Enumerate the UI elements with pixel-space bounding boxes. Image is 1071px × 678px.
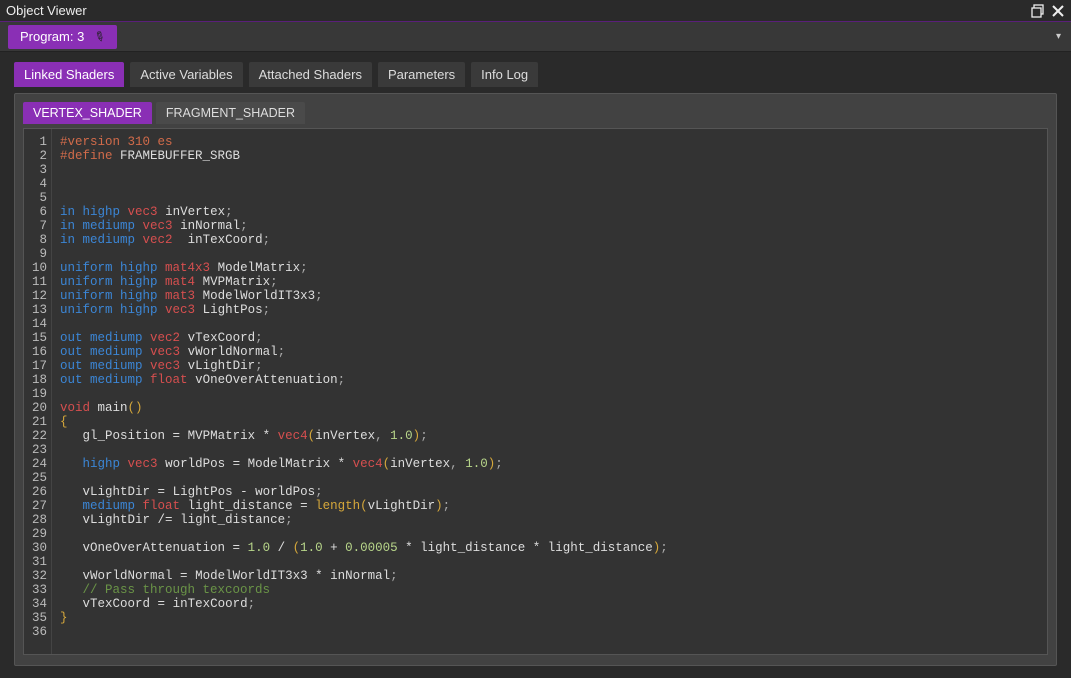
program-toolbar: Program: 3 ✎ ▾ — [0, 22, 1071, 52]
toolbar-menu-arrow-icon[interactable]: ▾ — [1046, 31, 1071, 42]
code-line[interactable] — [60, 247, 1039, 261]
code-line[interactable] — [60, 443, 1039, 457]
code-line[interactable]: uniform highp vec3 LightPos; — [60, 303, 1039, 317]
content-panel: VERTEX_SHADERFRAGMENT_SHADER 12345678910… — [14, 93, 1057, 666]
code-line[interactable]: void main() — [60, 401, 1039, 415]
code-line[interactable]: vTexCoord = inTexCoord; — [60, 597, 1039, 611]
code-line[interactable]: out mediump vec3 vWorldNormal; — [60, 345, 1039, 359]
code-line[interactable]: mediump float light_distance = length(vL… — [60, 499, 1039, 513]
tab-linked-shaders[interactable]: Linked Shaders — [14, 62, 124, 87]
code-line[interactable]: in highp vec3 inVertex; — [60, 205, 1039, 219]
object-viewer-window: Object Viewer Program: 3 ✎ ▾ Linked Shad… — [0, 0, 1071, 678]
code-line[interactable]: } — [60, 611, 1039, 625]
code-line[interactable] — [60, 191, 1039, 205]
code-line[interactable]: #version 310 es — [60, 135, 1039, 149]
code-line[interactable]: out mediump vec3 vLightDir; — [60, 359, 1039, 373]
code-line[interactable]: in mediump vec2 inTexCoord; — [60, 233, 1039, 247]
window-title: Object Viewer — [6, 3, 1031, 18]
code-line[interactable]: out mediump float vOneOverAttenuation; — [60, 373, 1039, 387]
shader-tabs: VERTEX_SHADERFRAGMENT_SHADER — [23, 102, 1048, 124]
code-line[interactable]: uniform highp mat3 ModelWorldIT3x3; — [60, 289, 1039, 303]
program-label: Program: 3 — [20, 29, 84, 44]
code-line[interactable] — [60, 527, 1039, 541]
code-line[interactable]: { — [60, 415, 1039, 429]
window-buttons — [1031, 4, 1065, 18]
code-line[interactable]: highp vec3 worldPos = ModelMatrix * vec4… — [60, 457, 1039, 471]
restore-icon[interactable] — [1031, 4, 1045, 18]
code-line[interactable]: uniform highp mat4 MVPMatrix; — [60, 275, 1039, 289]
code-line[interactable]: #define FRAMEBUFFER_SRGB — [60, 149, 1039, 163]
code-line[interactable] — [60, 387, 1039, 401]
code-content[interactable]: #version 310 es#define FRAMEBUFFER_SRGB … — [52, 129, 1047, 654]
code-line[interactable] — [60, 625, 1039, 639]
code-line[interactable]: gl_Position = MVPMatrix * vec4(inVertex,… — [60, 429, 1039, 443]
code-line[interactable]: uniform highp mat4x3 ModelMatrix; — [60, 261, 1039, 275]
program-tag[interactable]: Program: 3 ✎ — [8, 25, 117, 49]
code-line[interactable]: vLightDir /= light_distance; — [60, 513, 1039, 527]
code-line[interactable]: out mediump vec2 vTexCoord; — [60, 331, 1039, 345]
code-line[interactable] — [60, 163, 1039, 177]
titlebar: Object Viewer — [0, 0, 1071, 22]
code-line[interactable]: vOneOverAttenuation = 1.0 / (1.0 + 0.000… — [60, 541, 1039, 555]
main-tabs: Linked ShadersActive Variables Attached S… — [0, 52, 1071, 87]
tab-active-variables[interactable]: Active Variables — [130, 62, 242, 87]
shader-tab-fragment_shader[interactable]: FRAGMENT_SHADER — [156, 102, 305, 124]
code-line[interactable]: vWorldNormal = ModelWorldIT3x3 * inNorma… — [60, 569, 1039, 583]
code-line[interactable]: // Pass through texcoords — [60, 583, 1039, 597]
shader-tab-vertex_shader[interactable]: VERTEX_SHADER — [23, 102, 152, 124]
pin-icon[interactable]: ✎ — [91, 27, 108, 46]
code-line[interactable] — [60, 555, 1039, 569]
tab-attached-shaders[interactable]: Attached Shaders — [249, 62, 372, 87]
code-line[interactable]: in mediump vec3 inNormal; — [60, 219, 1039, 233]
code-editor[interactable]: 1234567891011121314151617181920212223242… — [23, 128, 1048, 655]
line-gutter: 1234567891011121314151617181920212223242… — [24, 129, 52, 654]
code-line[interactable] — [60, 177, 1039, 191]
close-icon[interactable] — [1051, 4, 1065, 18]
code-line[interactable] — [60, 471, 1039, 485]
code-line[interactable] — [60, 317, 1039, 331]
tab-info-log[interactable]: Info Log — [471, 62, 538, 87]
code-line[interactable]: vLightDir = LightPos - worldPos; — [60, 485, 1039, 499]
tab-parameters[interactable]: Parameters — [378, 62, 465, 87]
